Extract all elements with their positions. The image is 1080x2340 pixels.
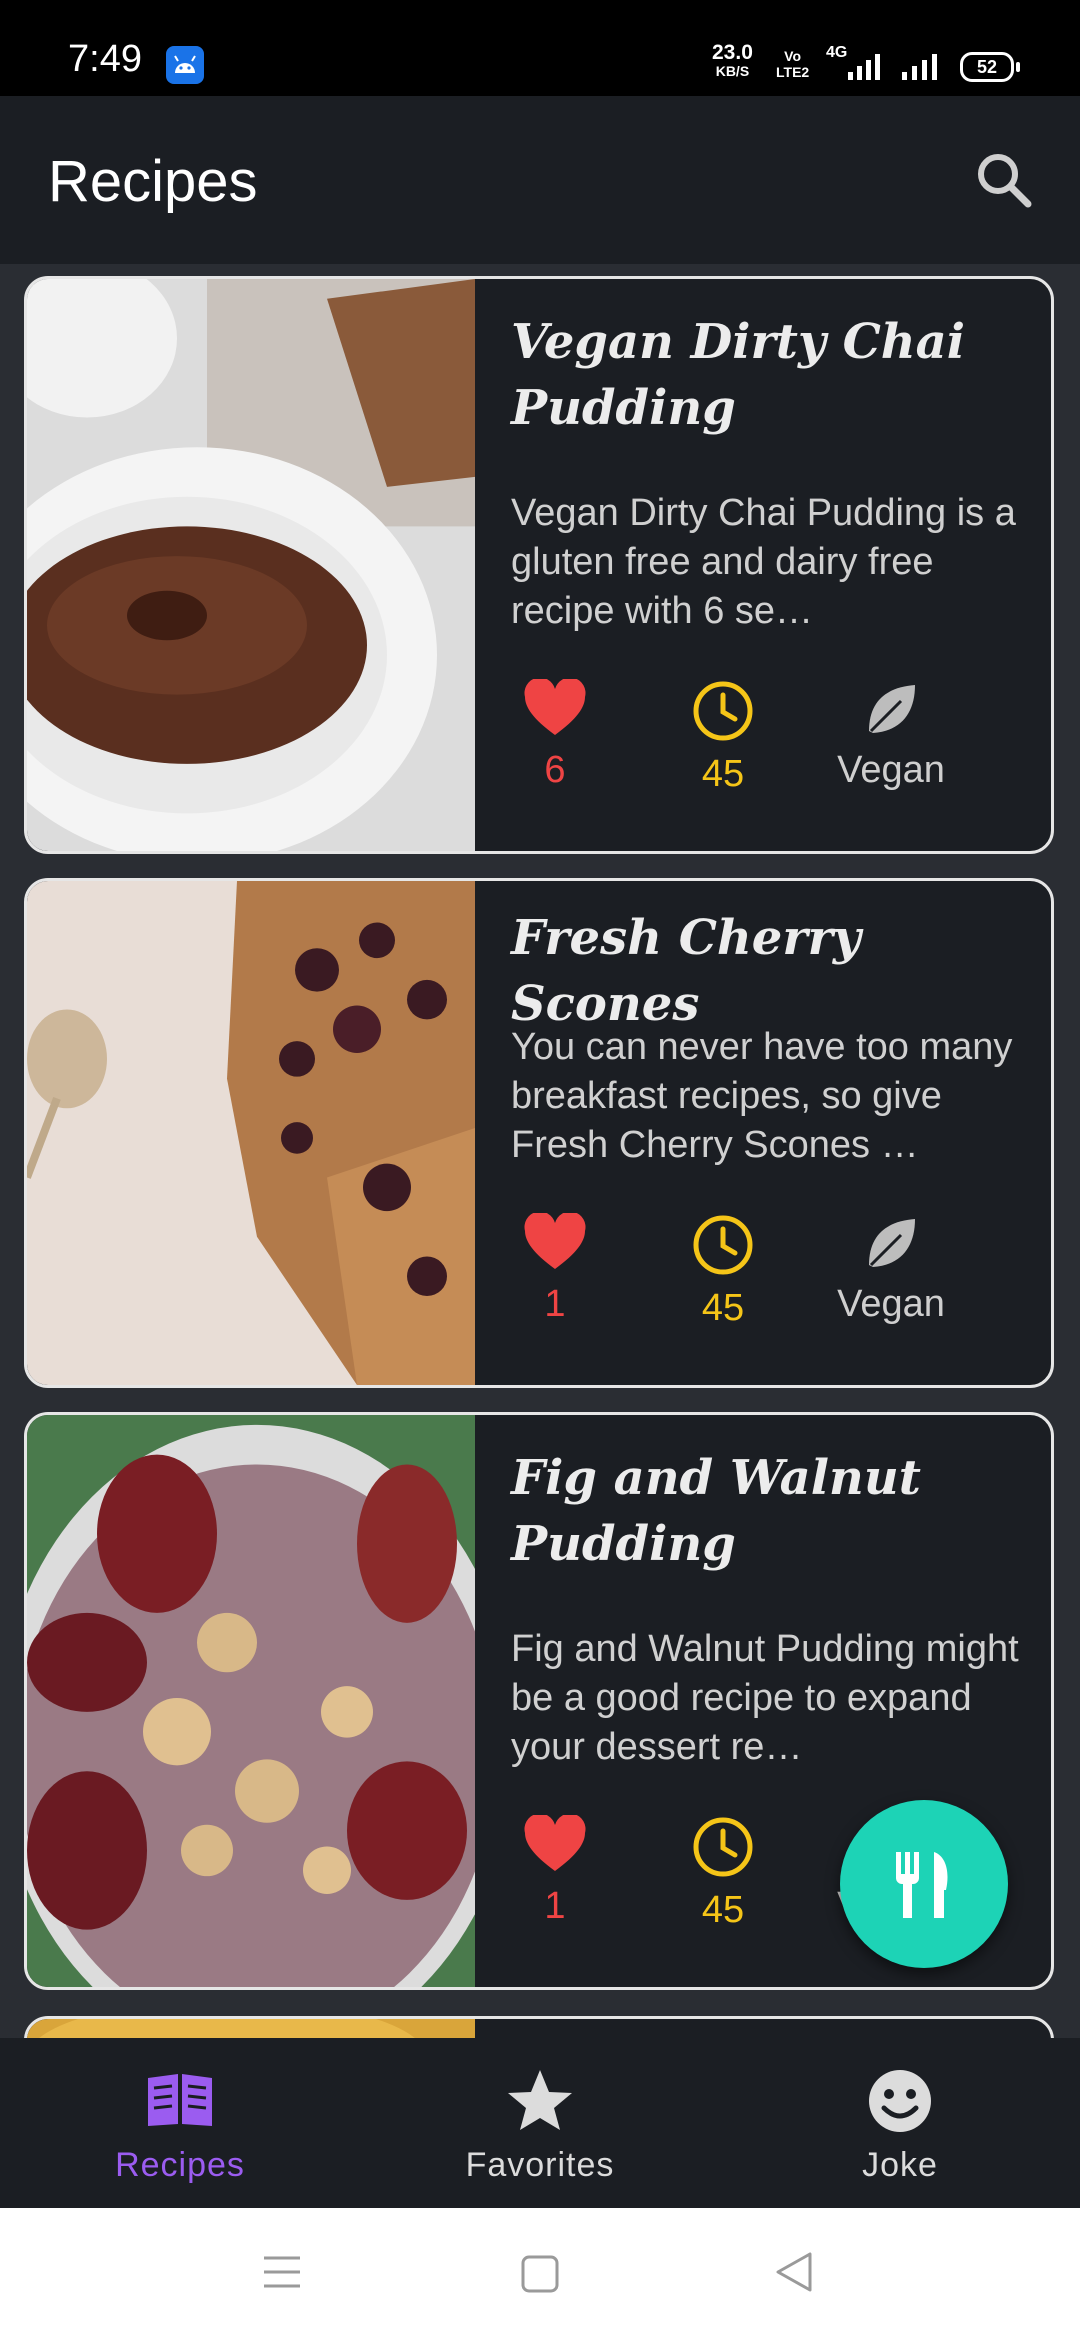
recipe-image <box>27 2019 475 2038</box>
leaf-icon <box>869 1219 915 1267</box>
book-icon <box>148 2074 212 2126</box>
nav-item-joke[interactable]: Joke <box>720 2038 1080 2208</box>
home-icon[interactable] <box>520 2254 560 2294</box>
clock-icon <box>693 681 753 741</box>
signal-icon <box>848 54 880 80</box>
smiley-icon <box>869 2070 931 2132</box>
recipe-title: Vegan Dirty Chai Pudding <box>511 314 966 436</box>
recipe-description: You can never have too many breakfast re… <box>511 1026 1013 1166</box>
time-stat: 45 <box>653 1815 793 1932</box>
heart-icon <box>524 679 586 735</box>
app-bar: Recipes <box>0 96 1080 264</box>
menu-icon[interactable] <box>262 2254 302 2290</box>
recipe-title: Fig and Walnut Pudding <box>511 1450 921 1572</box>
likes-stat: 1 <box>485 1815 625 1928</box>
android-notification-icon <box>166 46 204 84</box>
battery-icon: 52 <box>960 52 1020 82</box>
likes-count: 1 <box>544 1885 566 1927</box>
heart-icon <box>524 1815 586 1871</box>
fab-button[interactable] <box>840 1800 1008 1968</box>
signal-icon-2 <box>902 54 937 80</box>
fork-knife-icon <box>896 1852 948 1918</box>
likes-stat: 6 <box>485 679 625 792</box>
page-title: Recipes <box>48 149 258 214</box>
nav-item-recipes[interactable]: Recipes <box>0 2038 360 2208</box>
minutes: 45 <box>701 1287 745 1329</box>
recipe-image <box>27 279 475 851</box>
recipe-card-body: Vegan Dirty Chai Pudding Vegan Dirty Cha… <box>475 279 1051 851</box>
nav-item-favorites[interactable]: Favorites <box>360 2038 720 2208</box>
nav-label: Joke <box>862 2146 938 2184</box>
recipe-description: Fig and Walnut Pudding might be a good r… <box>511 1628 1019 1768</box>
network-speed: 23.0 KB/S <box>712 41 753 79</box>
likes-stat: 1 <box>485 1213 625 1326</box>
recipe-card[interactable] <box>24 2016 1054 2038</box>
clock-icon <box>693 1817 753 1877</box>
nav-label: Recipes <box>115 2146 245 2184</box>
clock-icon <box>693 1215 753 1275</box>
recipe-card-body: Fresh Cherry Scones You can never have t… <box>475 881 1051 1385</box>
vegan-label: Vegan <box>837 1283 945 1325</box>
status-time: 7:49 <box>68 38 142 80</box>
star-icon <box>508 2070 572 2130</box>
heart-icon <box>524 1213 586 1269</box>
volte-indicator: Vo LTE2 <box>776 48 810 80</box>
leaf-icon <box>869 685 915 733</box>
likes-count: 1 <box>544 1283 566 1325</box>
likes-count: 6 <box>544 749 566 791</box>
recipe-image <box>27 881 475 1385</box>
vegan-stat: Vegan <box>821 1213 961 1326</box>
system-navigation-bar <box>0 2208 1080 2340</box>
vegan-label: Vegan <box>837 749 945 791</box>
back-icon[interactable] <box>774 2250 814 2294</box>
recipe-title: Fresh Cherry Scones <box>511 910 861 1032</box>
bottom-navigation: Recipes Favorites Joke <box>0 2038 1080 2208</box>
time-stat: 45 <box>653 1213 793 1330</box>
network-type: 4G <box>826 44 848 61</box>
minutes: 45 <box>701 1889 745 1931</box>
vegan-stat: Vegan <box>821 679 961 792</box>
recipe-list[interactable]: Vegan Dirty Chai Pudding Vegan Dirty Cha… <box>0 264 1080 2038</box>
recipe-image <box>27 1415 475 1987</box>
minutes: 45 <box>701 753 745 795</box>
time-stat: 45 <box>653 679 793 796</box>
recipe-card[interactable]: Vegan Dirty Chai Pudding Vegan Dirty Cha… <box>24 276 1054 854</box>
status-bar: 7:49 23.0 KB/S Vo LTE2 4G 52 <box>0 0 1080 96</box>
search-icon[interactable] <box>972 148 1036 212</box>
recipe-card[interactable]: Fresh Cherry Scones You can never have t… <box>24 878 1054 1388</box>
recipe-description: Vegan Dirty Chai Pudding is a gluten fre… <box>511 492 1016 632</box>
nav-label: Favorites <box>465 2146 615 2184</box>
